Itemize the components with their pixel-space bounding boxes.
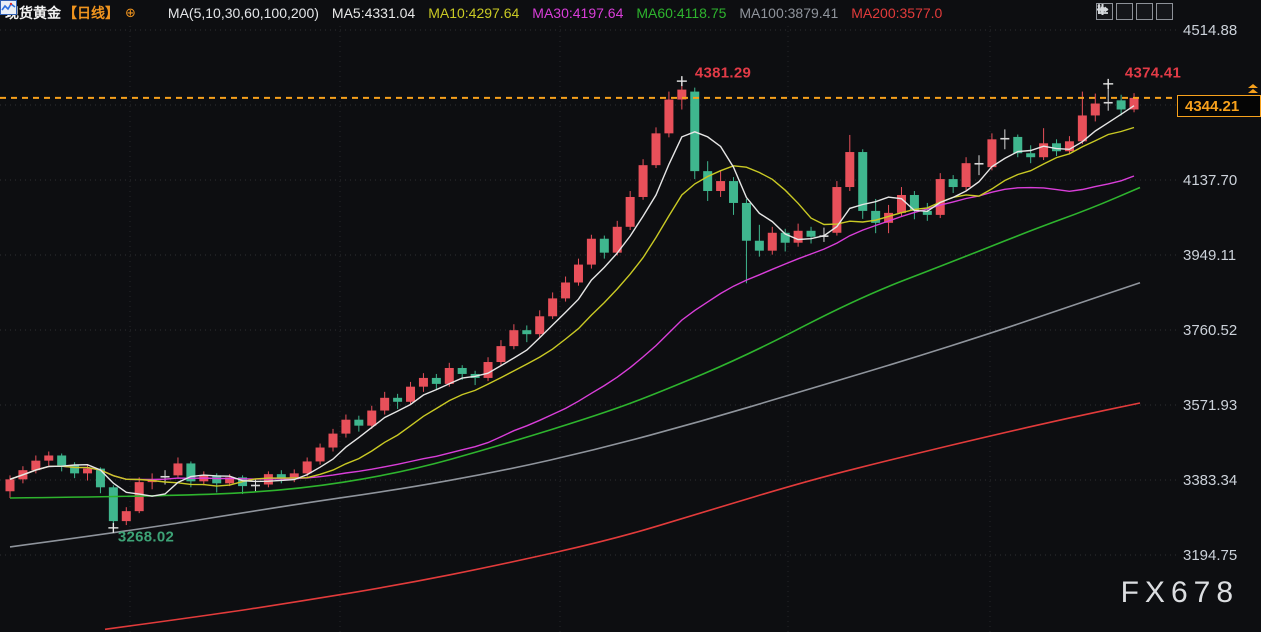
candle-body: [987, 139, 996, 167]
candle-body: [639, 165, 648, 197]
candle-body: [432, 378, 441, 384]
candle-body: [561, 282, 570, 298]
candle-body: [768, 233, 777, 251]
ma100-value: MA100:3879.41: [739, 5, 838, 21]
ma10-value: MA10:4297.64: [428, 5, 519, 21]
ma5-value: MA5:4331.04: [332, 5, 415, 21]
candle-body: [845, 152, 854, 187]
y-axis-label: 3194.75: [1183, 547, 1237, 564]
candle-body: [57, 455, 66, 465]
candle-body: [535, 316, 544, 334]
candle-body: [652, 133, 661, 165]
candle-body: [794, 231, 803, 243]
y-axis-label: 3949.11: [1183, 247, 1236, 264]
candle-body: [484, 362, 493, 378]
candle-body: [393, 398, 402, 402]
ma30-value: MA30:4197.64: [532, 5, 623, 21]
ma30-line: [10, 176, 1134, 480]
candle-body: [1117, 100, 1126, 109]
chart-toolbar: [1096, 3, 1173, 20]
low-price-annotation: 3268.02: [118, 529, 174, 546]
candle-body: [509, 330, 518, 346]
candle-body: [962, 163, 971, 187]
candle-body: [109, 487, 118, 521]
price-alert-icon[interactable]: [1247, 84, 1259, 93]
candle-body: [458, 368, 467, 374]
candle-body: [341, 420, 350, 434]
axis-play-icon[interactable]: [1136, 3, 1153, 20]
candle-body: [548, 298, 557, 316]
trading-chart-window: 现货黄金 【日线】 ⊕ MA(5,10,30,60,100,200) MA5:4…: [0, 0, 1261, 632]
candle-body: [522, 330, 531, 334]
candle-body: [367, 411, 376, 426]
candle-body: [729, 181, 738, 203]
candle-body: [1026, 153, 1035, 157]
candle-body: [1039, 143, 1048, 157]
candle-body: [122, 511, 131, 521]
ma100-line: [10, 283, 1140, 547]
candle-body: [755, 241, 764, 251]
candle-body: [574, 265, 583, 283]
candle-body: [380, 398, 389, 411]
ma200-line: [105, 403, 1140, 629]
candle-body: [1052, 143, 1061, 151]
ma200-value: MA200:3577.0: [851, 5, 942, 21]
y-axis-label: 3383.34: [1183, 472, 1237, 489]
candle-body: [329, 434, 338, 448]
candlestick-chart-canvas[interactable]: [0, 0, 1261, 632]
timeframe-label[interactable]: 【日线】: [63, 3, 119, 23]
candle-body: [1091, 104, 1100, 116]
candle-body: [626, 197, 635, 227]
candle-body: [6, 479, 15, 491]
candle-body: [419, 378, 428, 387]
jump-to-latest-icon[interactable]: [1156, 3, 1173, 20]
candle-body: [83, 469, 92, 474]
candle-body: [807, 231, 816, 237]
candle-body: [703, 171, 712, 191]
chart-style-icon[interactable]: [144, 6, 161, 21]
candle-body: [496, 346, 505, 362]
candle-body: [354, 420, 363, 426]
candle-body: [445, 368, 454, 384]
y-axis-label: 3571.93: [1183, 397, 1237, 414]
candle-body: [587, 239, 596, 265]
add-indicator-icon[interactable]: ⊕: [125, 5, 136, 21]
ma60-line: [10, 188, 1140, 499]
candle-body: [173, 463, 182, 475]
ma-settings-label: MA(5,10,30,60,100,200): [168, 5, 319, 21]
candle-body: [316, 448, 325, 462]
candle-body: [742, 203, 751, 241]
candle-body: [949, 179, 958, 187]
candle-body: [1078, 115, 1087, 141]
candle-body: [44, 455, 53, 460]
candle-body: [600, 239, 609, 253]
y-axis-label: 3760.52: [1183, 322, 1237, 339]
candle-body: [716, 181, 725, 191]
current-price-label: 4344.21: [1177, 95, 1261, 117]
candle-body: [858, 152, 867, 211]
candle-body: [936, 179, 945, 215]
candle-body: [664, 100, 673, 134]
candle-body: [303, 461, 312, 473]
axis-scale-icon[interactable]: [1116, 3, 1133, 20]
y-axis-label: 4137.70: [1183, 172, 1237, 189]
chart-header: 现货黄金 【日线】 ⊕ MA(5,10,30,60,100,200) MA5:4…: [0, 0, 1261, 26]
high-price-annotation: 4374.41: [1125, 65, 1181, 82]
candle-body: [406, 387, 415, 402]
ma60-value: MA60:4118.75: [636, 5, 726, 21]
fx678-watermark: FX678: [1121, 576, 1239, 610]
high-price-annotation: 4381.29: [695, 65, 751, 82]
